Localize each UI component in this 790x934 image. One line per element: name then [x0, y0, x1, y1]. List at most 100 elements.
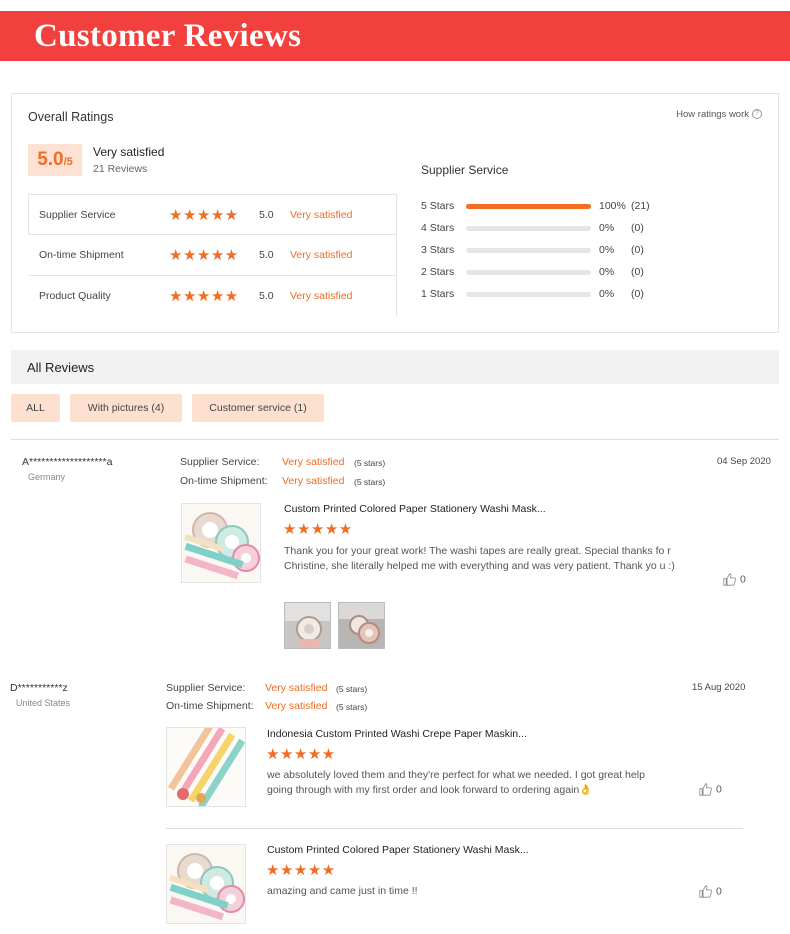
distribution-count: (0)	[631, 244, 644, 256]
review-text: Thank you for your great work! The washi…	[284, 545, 675, 572]
distribution-percent: 0%	[599, 244, 615, 256]
all-reviews-header: All Reviews	[11, 350, 779, 384]
product-title[interactable]: Custom Printed Colored Paper Stationery …	[267, 844, 529, 856]
product-thumbnail[interactable]	[166, 727, 246, 807]
distribution-bar	[466, 248, 591, 253]
distribution-label: 3 Stars	[421, 244, 455, 256]
category-label: On-time Shipment	[39, 249, 124, 261]
like-button[interactable]: 0	[723, 573, 746, 586]
category-ratings-table: Supplier Service ★★★★★ 5.0 Very satisfie…	[28, 194, 397, 317]
star-distribution: 5 Stars 100% (21) 4 Stars 0% (0) 3 Stars…	[421, 198, 761, 308]
distribution-bar	[466, 292, 591, 297]
overall-satisfaction: Very satisfied	[93, 145, 165, 159]
page-title: Customer Reviews	[34, 18, 302, 54]
reviewer-country: United States	[16, 698, 71, 708]
washi-tape-image	[167, 728, 245, 806]
review-text: amazing and came just in time !!	[267, 885, 418, 897]
how-ratings-work-link[interactable]: How ratings work?	[676, 109, 762, 120]
category-row-on-time-shipment: On-time Shipment ★★★★★ 5.0 Very satisfie…	[28, 235, 397, 276]
product-thumbnail[interactable]	[181, 503, 261, 583]
product-star-rating: ★★★★★	[266, 746, 336, 763]
review-photo-image	[285, 603, 330, 648]
distribution-row-2: 2 Stars 0% (0)	[421, 264, 761, 286]
category-satisfaction: Very satisfied	[290, 249, 353, 261]
distribution-label: 5 Stars	[421, 200, 455, 212]
distribution-bar	[466, 204, 591, 209]
thumbs-up-icon[interactable]	[699, 885, 712, 898]
distribution-row-4: 4 Stars 0% (0)	[421, 220, 761, 242]
supplier-service-value: Very satisfied	[265, 682, 328, 694]
distribution-percent: 100%	[599, 200, 626, 212]
product-thumbnail[interactable]	[166, 844, 246, 924]
review-photo-image	[339, 603, 384, 648]
how-ratings-work-label[interactable]: How ratings work	[676, 109, 749, 120]
like-count: 0	[716, 783, 722, 796]
overall-score: 5.0	[37, 149, 64, 170]
distribution-fill	[466, 204, 591, 209]
category-row-product-quality: Product Quality ★★★★★ 5.0 Very satisfied	[28, 276, 397, 317]
shipment-label: On-time Shipment:	[180, 475, 268, 487]
distribution-percent: 0%	[599, 288, 615, 300]
product-title[interactable]: Custom Printed Colored Paper Stationery …	[284, 503, 546, 515]
distribution-percent: 0%	[599, 222, 615, 234]
category-label: Product Quality	[39, 290, 111, 302]
reviewer-name: A*******************a	[22, 456, 113, 468]
help-icon[interactable]: ?	[752, 109, 762, 120]
category-score: 5.0	[259, 209, 274, 221]
supplier-service-title: Supplier Service	[421, 163, 509, 177]
distribution-label: 4 Stars	[421, 222, 455, 234]
distribution-count: (21)	[631, 200, 650, 212]
review-date: 15 Aug 2020	[692, 682, 746, 693]
thumbs-up-icon[interactable]	[699, 783, 712, 796]
shipment-label: On-time Shipment:	[166, 700, 254, 712]
review-date: 04 Sep 2020	[717, 456, 771, 467]
washi-tape-image	[167, 845, 245, 923]
supplier-service-stars: (5 stars)	[354, 458, 386, 468]
category-score: 5.0	[259, 249, 274, 261]
shipment-stars: (5 stars)	[354, 477, 386, 487]
distribution-count: (0)	[631, 222, 644, 234]
category-label: Supplier Service	[39, 209, 116, 221]
category-satisfaction: Very satisfied	[290, 209, 353, 221]
product-star-rating: ★★★★★	[283, 521, 353, 538]
product-title[interactable]: Indonesia Custom Printed Washi Crepe Pap…	[267, 728, 527, 740]
supplier-service-value: Very satisfied	[282, 456, 345, 468]
supplier-service-label: Supplier Service:	[166, 682, 246, 694]
like-button[interactable]: 0	[699, 885, 722, 898]
overall-ratings-panel: Overall Ratings How ratings work? 5.0/5 …	[11, 93, 779, 333]
thumbs-up-icon[interactable]	[723, 573, 736, 586]
distribution-count: (0)	[631, 266, 644, 278]
category-satisfaction: Very satisfied	[290, 290, 353, 302]
shipment-stars: (5 stars)	[336, 702, 368, 712]
distribution-count: (0)	[631, 288, 644, 300]
shipment-value: Very satisfied	[265, 700, 328, 712]
distribution-row-1: 1 Stars 0% (0)	[421, 286, 761, 308]
shipment-value: Very satisfied	[282, 475, 345, 487]
filter-customer-service-button[interactable]: Customer service (1)	[192, 394, 324, 422]
product-star-rating: ★★★★★	[266, 862, 336, 879]
like-count: 0	[716, 885, 722, 898]
divider	[166, 828, 743, 829]
category-score: 5.0	[259, 290, 274, 302]
reviewer-name: D***********z	[10, 682, 68, 694]
filter-with-pictures-button[interactable]: With pictures (4)	[70, 394, 182, 422]
review-photo[interactable]	[338, 602, 385, 649]
star-rating: ★★★★★	[169, 207, 239, 224]
overall-score-badge: 5.0/5	[28, 144, 82, 176]
review-photo[interactable]	[284, 602, 331, 649]
reviewer-country: Germany	[28, 472, 66, 482]
all-reviews-title: All Reviews	[27, 360, 95, 375]
filter-all-button[interactable]: ALL	[11, 394, 60, 422]
star-rating: ★★★★★	[169, 247, 239, 264]
distribution-percent: 0%	[599, 266, 615, 278]
distribution-bar	[466, 226, 591, 231]
like-button[interactable]: 0	[699, 783, 722, 796]
distribution-bar	[466, 270, 591, 275]
overall-review-count: 21 Reviews	[93, 163, 148, 175]
category-row-supplier-service: Supplier Service ★★★★★ 5.0 Very satisfie…	[28, 194, 397, 235]
distribution-row-3: 3 Stars 0% (0)	[421, 242, 761, 264]
header-banner: Customer Reviews	[0, 11, 790, 61]
overall-ratings-title: Overall Ratings	[28, 110, 114, 124]
distribution-label: 1 Stars	[421, 288, 455, 300]
divider	[11, 439, 779, 440]
